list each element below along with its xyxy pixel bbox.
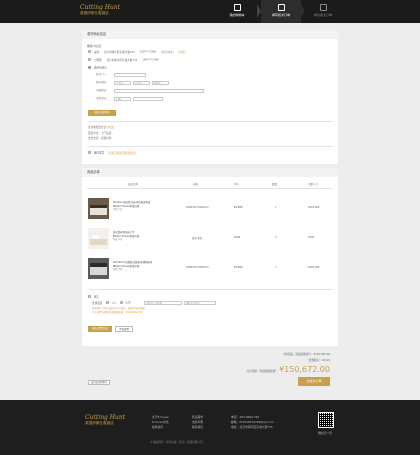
- product-spec: 1800mm*2000mm: [186, 206, 209, 209]
- address-radio[interactable]: [88, 50, 91, 53]
- top-header: Cutting Hunt 英国伊莱仕客酒店 我的购物车 填写核对订单 成功提交订…: [0, 0, 420, 23]
- step-cart-label: 我的购物车: [229, 13, 245, 17]
- confirm-invoice-button[interactable]: 确认发票信息: [88, 326, 112, 332]
- product-price: ¥6,888: [234, 266, 243, 269]
- payable-line: 应付金额（含运费和税费）：¥150,672.00: [246, 365, 330, 374]
- step-confirm-order: 填写核对订单: [261, 0, 305, 23]
- edit-address-link[interactable]: [修改]: [178, 51, 185, 54]
- product-subtotal: ¥799: [308, 236, 315, 239]
- city-select[interactable]: 北京市: [133, 81, 150, 85]
- province-select[interactable]: 北京市: [114, 81, 131, 85]
- notes-title: 留言: [88, 295, 99, 300]
- col-header-price: 单价: [234, 183, 240, 186]
- street-input[interactable]: [114, 89, 204, 93]
- company-name-input[interactable]: 请填写公司名称: [144, 301, 182, 305]
- product-spec: 蓝色 紫色: [192, 237, 203, 240]
- goods-section-title: 商品清单: [82, 168, 338, 177]
- wechat-qr-code: [318, 412, 334, 428]
- goods-total-line: 2件商品，商品金额总计：¥150,000.00: [283, 353, 330, 356]
- checkout-steps: 我的购物车 填写核对订单 成功提交订单: [215, 0, 340, 23]
- product-image[interactable]: [88, 228, 109, 249]
- discount-line: 优惠抵扣：-¥0.00: [308, 359, 330, 362]
- col-header-name: 商品名称: [128, 183, 139, 186]
- logo-script: Cutting Hunt: [80, 4, 121, 11]
- step-submitted: 成功提交订单: [303, 0, 343, 23]
- product-image[interactable]: [88, 198, 109, 219]
- footer-contact: 电话：400-6699-769 邮箱：ELTHAMHOUSE@qq.com 地址…: [231, 415, 274, 429]
- product-subtotal: ¥150,000: [308, 206, 320, 209]
- document-icon: [277, 4, 285, 11]
- phone-input[interactable]: [133, 97, 163, 101]
- region-label: 所在地区：: [96, 81, 109, 84]
- product-info[interactable]: Dorsten 帕比登·名床舍如新床垫床 Eltham House伊莱仕客 现货…: [113, 201, 150, 212]
- footer-logo-chinese: 英国伊莱仕客酒店: [85, 421, 114, 425]
- step-submitted-label: 成功提交订单: [313, 13, 332, 17]
- back-to-cart-link[interactable]: 返回修改购物车: [88, 380, 111, 385]
- submit-order-button[interactable]: 去提交订单: [298, 377, 330, 386]
- payment-title: 支付和配送方式 [修改]: [88, 126, 115, 129]
- address-option-new[interactable]: 使用新地址: [88, 66, 107, 71]
- product-qty: 1: [275, 266, 277, 269]
- footer-logo-script: Cutting Hunt: [85, 414, 126, 421]
- step-cart[interactable]: 我的购物车: [217, 0, 261, 23]
- copyright: © 版权所有 · 伊莱仕客（北京）商贸有限公司: [150, 441, 203, 444]
- footer-link[interactable]: 媒体资讯: [152, 425, 169, 430]
- address-radio-selected[interactable]: [88, 66, 91, 69]
- recipient-label: 收 件 人：: [96, 73, 108, 76]
- table-row: Dorsten 帕比登·名床舍如新床垫床 Eltham House伊莱仕客 现货…: [82, 195, 338, 223]
- product-price: ¥6,888: [234, 206, 243, 209]
- footer-logo[interactable]: Cutting Hunt 英国伊莱仕客酒店: [85, 414, 125, 430]
- invoice-checkbox[interactable]: [88, 151, 91, 154]
- product-subtotal: ¥150,000: [308, 266, 320, 269]
- payable-amount: ¥150,672.00: [279, 365, 330, 374]
- no-invoice-button[interactable]: 不开发票: [115, 326, 133, 332]
- invoice-personal-radio[interactable]: [106, 301, 110, 304]
- invoice-type-options: 普通发票 个人 公司: [92, 301, 131, 305]
- cart-icon: [233, 4, 241, 11]
- qr-caption: 微信扫一扫: [318, 431, 332, 435]
- col-header-spec: 规格: [193, 183, 199, 186]
- address-panel: 收货地址信息 收货人信息 凌晴 北京市朝平区东城大厦735 158****236…: [82, 30, 338, 164]
- confirm-address-button[interactable]: 确认收货地址: [88, 110, 116, 116]
- product-spec: 1800mm*2000mm: [186, 266, 209, 269]
- product-image[interactable]: [88, 258, 109, 279]
- product-price: ¥599: [234, 236, 241, 239]
- address-section-title: 收货地址信息: [82, 30, 338, 39]
- address-option-2[interactable]: 王明明 北京市朝平区东城大厦735 158****2365: [88, 58, 159, 63]
- notes-checkbox[interactable]: [88, 295, 91, 298]
- table-row: Woodford 伍德福·北欧实木储物床柜 Eltham House伊莱仕客 现…: [82, 255, 338, 283]
- product-info[interactable]: Woodford 伍德福·北欧实木储物床柜 Eltham House伊莱仕客 现…: [113, 261, 152, 272]
- address-option-1[interactable]: 凌晴 北京市朝平区东城大厦735 158****2365 [默认地址] [修改]: [88, 50, 186, 55]
- invoice-hint-b: 关于发票问题请咨询客服热线：400-6699-769: [92, 311, 143, 314]
- check-icon: [319, 4, 327, 11]
- product-qty: 2: [275, 236, 277, 239]
- invoice-row[interactable]: 我的发票 (请您选择是否需要发票): [88, 151, 136, 156]
- footer-links-service: 售后服务 法律声明 联系我们: [192, 415, 203, 430]
- tax-id-input[interactable]: 纳税人识别号: [184, 301, 216, 305]
- table-row: 英式真丝提花床上件 Eltham House伊莱仕客 现货 4天 蓝色 紫色 ¥…: [82, 225, 338, 253]
- receiver-subtitle: 收货人信息: [87, 44, 101, 48]
- payment-method: 支付方式：货到付款: [88, 137, 112, 140]
- site-footer: Cutting Hunt 英国伊莱仕客酒店 关于E.house E.house文…: [0, 400, 420, 455]
- invoice-company-radio[interactable]: [120, 301, 124, 304]
- brand-logo[interactable]: Cutting Hunt 英国伊莱仕客酒店: [80, 4, 120, 20]
- phone-label: 手机号码：: [96, 97, 109, 100]
- goods-panel: 商品清单 商品名称 规格 单价 数量 金额小计 Dorsten 帕比登·名床舍如…: [82, 168, 338, 346]
- footer-links-about: 关于E.house E.house文化 媒体资讯: [152, 415, 169, 430]
- product-info[interactable]: 英式真丝提花床上件 Eltham House伊莱仕客 现货 4天: [113, 231, 139, 242]
- product-qty: 1: [275, 206, 277, 209]
- district-select[interactable]: 朝阳区: [152, 81, 169, 85]
- recipient-input[interactable]: [114, 73, 146, 77]
- edit-payment-link[interactable]: [修改]: [107, 126, 114, 129]
- address-radio[interactable]: [88, 58, 91, 61]
- logo-chinese: 英国伊莱仕客酒店: [80, 11, 109, 15]
- delivery-method: 配送方式：上门送货: [88, 132, 112, 135]
- col-header-subtotal: 金额小计: [308, 183, 319, 186]
- footer-link[interactable]: 联系我们: [192, 425, 203, 430]
- phone-prefix-select[interactable]: +86: [114, 97, 131, 101]
- col-header-qty: 数量: [272, 183, 278, 186]
- street-label: 详细地址：: [96, 89, 109, 92]
- step-confirm-label: 填写核对订单: [271, 13, 290, 17]
